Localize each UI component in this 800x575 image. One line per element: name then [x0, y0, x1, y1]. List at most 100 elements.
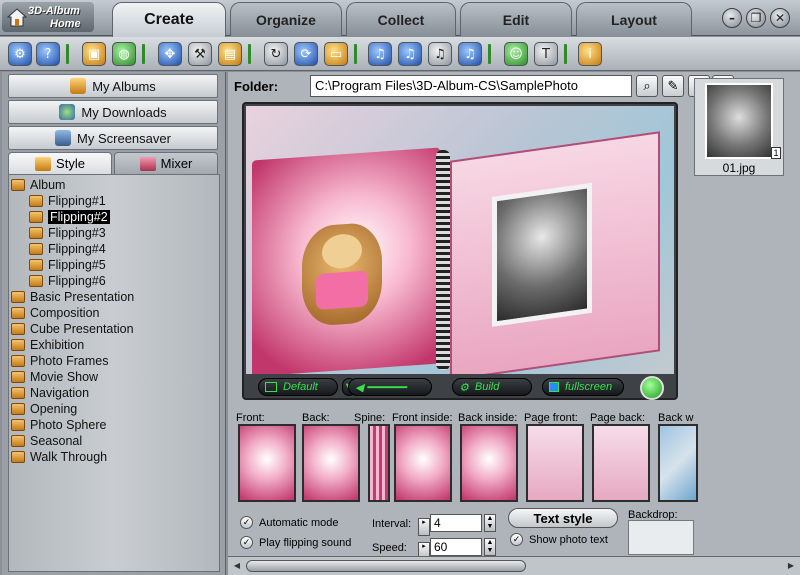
tree-item-label: Photo Sphere [30, 418, 107, 432]
volume-slider[interactable]: ◀ ━━━━━━ [348, 378, 432, 396]
tab-mixer[interactable]: Mixer [114, 152, 218, 174]
page-front-thumb[interactable] [526, 424, 584, 502]
tree-item-photo-sphere[interactable]: Photo Sphere [11, 417, 106, 433]
tree-item-photo-frames[interactable]: Photo Frames [11, 353, 109, 369]
speed-stepper[interactable]: ▲ ▼ [484, 538, 496, 556]
close-button[interactable]: ✕ [770, 8, 790, 28]
fullscreen-button[interactable]: fullscreen [542, 378, 624, 396]
tree-item-album[interactable]: Album [11, 177, 65, 193]
tree-item-flipping-6[interactable]: Flipping#6 [29, 273, 106, 289]
tree-item-movie-show[interactable]: Movie Show [11, 369, 98, 385]
help-icon[interactable]: ? [36, 42, 60, 66]
album-left-page [252, 147, 440, 374]
cover-front-inside-thumb[interactable] [394, 424, 452, 502]
toolbar-separator [354, 44, 357, 64]
folder-icon [29, 211, 43, 223]
tree-item-label: Flipping#4 [48, 242, 106, 256]
tools-icon[interactable]: ⚒ [188, 42, 212, 66]
tree-item-exhibition[interactable]: Exhibition [11, 337, 84, 353]
my-albums-button[interactable]: My Albums [8, 74, 218, 98]
minimize-button[interactable]: – [722, 8, 742, 28]
thumbnail-image [705, 83, 773, 159]
play-sound-label: Play flipping sound [259, 536, 352, 549]
build-button[interactable]: ⚙ Build [452, 378, 532, 396]
horizontal-scrollbar[interactable]: ◀ ▶ [228, 556, 800, 575]
show-photo-text-checkbox[interactable]: ✓ Show photo text [510, 533, 608, 546]
backdrop-swatch[interactable] [628, 520, 694, 555]
scrollbar-thumb[interactable] [246, 560, 526, 572]
tree-item-flipping-4[interactable]: Flipping#4 [29, 241, 106, 257]
tab-organize[interactable]: Organize [230, 2, 342, 36]
scroll-right-icon[interactable]: ▶ [785, 560, 797, 572]
tree-item-opening[interactable]: Opening [11, 401, 77, 417]
play-button[interactable] [640, 376, 664, 400]
tree-item-label: Opening [30, 402, 78, 416]
top-bar: 3D-Album Home Create Organize Collect Ed… [0, 0, 800, 37]
tree-item-flipping-3[interactable]: Flipping#3 [29, 225, 106, 241]
tree-item-seasonal[interactable]: Seasonal [11, 433, 82, 449]
album-icon[interactable]: ▣ [82, 42, 106, 66]
tab-style[interactable]: Style [8, 152, 112, 174]
my-screensaver-button[interactable]: My Screensaver [8, 126, 218, 150]
text-icon[interactable]: T [534, 42, 558, 66]
interval-input[interactable]: 4 [430, 514, 482, 532]
tree-item-walk-through[interactable]: Walk Through [11, 449, 107, 465]
tab-layout[interactable]: Layout [576, 2, 692, 36]
refresh-icon[interactable]: ⟳ [294, 42, 318, 66]
music-play-icon[interactable]: ♫ [428, 42, 452, 66]
play-sound-checkbox[interactable]: ✓ Play flipping sound [240, 536, 351, 549]
tab-collect[interactable]: Collect [346, 2, 456, 36]
interval-stepper[interactable]: ▲ ▼ [484, 514, 496, 532]
cover-front-thumb[interactable] [238, 424, 296, 502]
default-style-dropdown[interactable]: Default [258, 378, 338, 396]
cover-back-inside-thumb[interactable] [460, 424, 518, 502]
tree-item-flipping-5[interactable]: Flipping#5 [29, 257, 106, 273]
album-preview[interactable]: Default ▼ ◀ ━━━━━━ ⚙Build fullscreen [242, 102, 678, 400]
tree-item-label: Flipping#1 [48, 194, 106, 208]
text-style-button[interactable]: Text style [508, 508, 618, 528]
folder-icon[interactable]: ▭ [324, 42, 348, 66]
info-icon[interactable]: i [578, 42, 602, 66]
tree-item-label: Flipping#6 [48, 274, 106, 288]
interval-step-icon[interactable]: ▸ [418, 518, 430, 536]
interval-label: Interval: [372, 518, 412, 530]
tree-item-flipping-1[interactable]: Flipping#1 [29, 193, 106, 209]
rotate-icon[interactable]: ↻ [264, 42, 288, 66]
layout-icon [265, 382, 277, 392]
tree-item-cube-presentation[interactable]: Cube Presentation [11, 321, 134, 337]
speed-input[interactable]: 60 [430, 538, 482, 556]
page-back-thumb[interactable] [592, 424, 650, 502]
settings-icon[interactable]: ⚙ [8, 42, 32, 66]
music-icon[interactable]: ♫ [368, 42, 392, 66]
cover-back-thumb[interactable] [302, 424, 360, 502]
scroll-left-icon[interactable]: ◀ [231, 560, 243, 572]
music-edit-icon[interactable]: ♫ [398, 42, 422, 66]
restore-button[interactable]: ❐ [746, 8, 766, 28]
photo-thumbnail[interactable]: 1 01.jpg [694, 78, 784, 176]
my-downloads-button[interactable]: My Downloads [8, 100, 218, 124]
user-icon[interactable]: ☺ [504, 42, 528, 66]
search-icon[interactable]: ⌕ [636, 75, 658, 97]
tree-item-navigation[interactable]: Navigation [11, 385, 89, 401]
fit-icon[interactable]: ✥ [158, 42, 182, 66]
globe-icon[interactable]: ◍ [112, 42, 136, 66]
tree-item-flipping-2[interactable]: Flipping#2 [29, 209, 110, 225]
tab-create[interactable]: Create [112, 2, 226, 37]
folder-icon [11, 291, 25, 303]
folder-icon [11, 419, 25, 431]
automatic-mode-checkbox[interactable]: ✓ Automatic mode [240, 516, 338, 529]
pencil-icon[interactable]: ✎ [662, 75, 684, 97]
folder-icon [29, 227, 43, 239]
music-mute-icon[interactable]: ♫ [458, 42, 482, 66]
folder-path-input[interactable]: C:\Program Files\3D-Album-CS\SamplePhoto [310, 75, 632, 97]
tree-item-basic-presentation[interactable]: Basic Presentation [11, 289, 134, 305]
photo-icon[interactable]: ▤ [218, 42, 242, 66]
backdrop-thumb[interactable] [658, 424, 698, 502]
speed-label: Speed: [372, 542, 407, 554]
tree-item-label: Flipping#5 [48, 258, 106, 272]
tab-edit[interactable]: Edit [460, 2, 572, 36]
folder-icon [29, 195, 43, 207]
tree-item-composition[interactable]: Composition [11, 305, 99, 321]
cover-spine-thumb[interactable] [368, 424, 390, 502]
app-logo[interactable]: 3D-Album Home [2, 2, 94, 32]
